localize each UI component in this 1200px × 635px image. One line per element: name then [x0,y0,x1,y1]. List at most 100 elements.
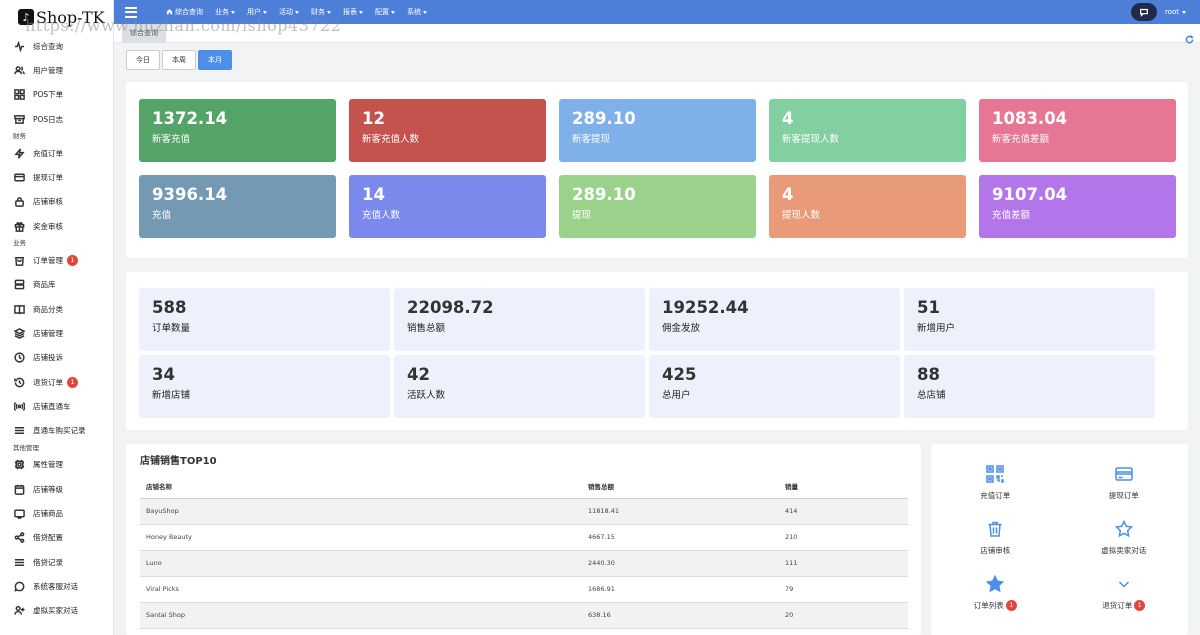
period-button[interactable]: 本周 [162,50,196,70]
quick-link-label: 虚拟卖家对话 [1101,546,1147,555]
broadcast-icon [13,400,25,412]
sidebar-item[interactable]: 退货订单 1 [0,370,113,394]
quick-link[interactable]: 提现订单 [1060,464,1189,501]
stat-card: 14 充值人数 [349,175,546,238]
sidebar-item[interactable]: 店铺商品 [0,501,113,525]
top-menu-item[interactable]: 业务 [215,7,235,17]
sidebar-item[interactable]: 店铺直通车 [0,394,113,418]
stat-value: 4 [782,185,794,204]
sidebar-item[interactable]: 属性管理 [0,453,113,477]
top-menu-item[interactable]: 用户 [247,7,267,17]
user-menu[interactable]: root [1165,8,1186,16]
sidebar-item[interactable]: 商品分类 [0,297,113,321]
table-cell: 111 [779,550,908,577]
table-cell: 4667.15 [582,524,779,551]
finance-stats-panel: 1372.14 新客充值 12 新客充值人数 289.10 新客提现 4 新客提现人数 1083… [126,82,1188,258]
bag-icon [13,255,25,267]
brand-logo[interactable]: ♪ Shop-TK [0,0,113,34]
sidebar-item-label: POS下单 [33,90,64,100]
top-menu: 综合查询 业务 用户 活动 财务 报表 配置 系统 [166,7,427,17]
chevron-down-icon [1114,574,1134,594]
table-cell: 1686.91 [582,576,779,603]
sidebar-item-label: 借贷记录 [33,557,63,567]
top-menu-item[interactable]: 配置 [375,7,395,17]
stat-value: 9107.04 [992,185,1068,204]
top-menu-item[interactable]: 系统 [407,7,427,17]
stat-card: 1083.04 新客充值差额 [979,99,1176,162]
quick-link-label-wrap: 虚拟卖家对话 [1101,545,1146,556]
summary-value: 588 [152,298,187,317]
stat-value: 9396.14 [152,185,228,204]
summary-value: 425 [662,365,697,384]
quick-link[interactable]: 店铺审核 [931,519,1060,556]
tab-dashboard[interactable]: 综合查询 [122,24,166,43]
sidebar-item[interactable]: 店铺审核 [0,190,113,214]
top-menu-item[interactable]: 财务 [311,7,331,17]
sidebar-item[interactable]: 店铺管理 [0,321,113,345]
table-cell: BayuShop [140,498,582,525]
top-menu-item[interactable]: 综合查询 [166,7,203,17]
sidebar-item[interactable]: 直通车购买记录 [0,418,113,442]
chat-icon[interactable] [1130,3,1157,21]
sidebar-item[interactable]: 订单管理 1 [0,248,113,272]
summary-label: 佣金发放 [662,323,701,334]
quick-link-label-wrap: 店铺审核 [980,545,1010,556]
card-icon [13,172,25,184]
stat-label: 提现人数 [782,210,821,221]
quick-link[interactable]: 虚拟卖家对话 [1060,519,1189,556]
top-menu-item[interactable]: 活动 [279,7,299,17]
sidebar-item[interactable]: 奖金审核 [0,214,113,238]
sidebar-item-label: POS日志 [33,114,64,124]
sidebar-item[interactable]: 店铺投诉 [0,346,113,370]
sidebar-item[interactable]: 充值订单 [0,141,113,165]
summary-card: 88 总店铺 [904,355,1155,418]
user-plus-icon [13,605,25,617]
stat-value: 1372.14 [152,109,228,128]
stat-card: 289.10 提现 [559,175,756,238]
stat-card: 4 新客提现人数 [769,99,966,162]
sidebar-item-label: 订单管理 [33,256,63,266]
top-menu-label: 综合查询 [175,8,203,16]
period-button[interactable]: 本月 [198,50,232,70]
stat-value: 1083.04 [992,109,1068,128]
server-icon [13,279,25,291]
table-cell: 11818.41 [582,498,779,525]
quick-link[interactable]: 充值订单 [931,464,1060,501]
sidebar-item[interactable]: 店铺等级 [0,477,113,501]
lightning-icon [13,147,25,159]
stat-label: 新客充值人数 [362,134,420,145]
sidebar-item[interactable]: 借贷配置 [0,526,113,550]
cpu-icon [13,459,25,471]
sidebar-item[interactable]: 商品库 [0,273,113,297]
sidebar-item[interactable]: 虚拟买家对话 [0,599,113,623]
sidebar-item[interactable]: 借贷记录 [0,550,113,574]
sidebar-item[interactable]: 系统客服对话 [0,574,113,598]
refresh-icon[interactable] [1185,29,1194,44]
quick-link-label-wrap: 提现订单 [1109,490,1139,501]
star-filled-icon [985,574,1005,594]
sidebar-item[interactable]: 综合查询 [0,34,113,58]
layers-icon [13,327,25,339]
sidebar-item[interactable]: 用户管理 [0,58,113,82]
top-menu-item[interactable]: 报表 [343,7,363,17]
top-shops-panel: 店铺销售TOP10 店铺名称 销售总额 销量 BayuShop 11818.41 4… [126,444,921,635]
sidebar-item[interactable]: 提现订单 [0,165,113,189]
sidebar-item-label: 店铺投诉 [33,353,63,363]
activity-icon [13,40,25,52]
table-row: Santai Shop 638.16 20 [140,602,908,629]
caret-down-icon [263,10,267,14]
stat-card: 12 新客充值人数 [349,99,546,162]
table-cell: 79 [779,576,908,603]
sidebar-item-label: 店铺商品 [33,508,63,518]
quick-link-label-wrap: 订单列表 1 [974,600,1017,611]
credit-card-icon [1114,464,1134,484]
sidebar-item[interactable]: POS下单 [0,83,113,107]
brand-name: Shop-TK [36,7,105,27]
grid-icon [13,89,25,101]
hamburger-menu-icon[interactable] [114,0,148,24]
quick-link[interactable]: 退货订单 1 [1060,574,1189,611]
period-button[interactable]: 今日 [126,50,160,70]
sidebar-group-title: 财务 [13,132,26,141]
quick-link[interactable]: 订单列表 1 [931,574,1060,611]
sidebar-item[interactable]: POS日志 [0,107,113,131]
